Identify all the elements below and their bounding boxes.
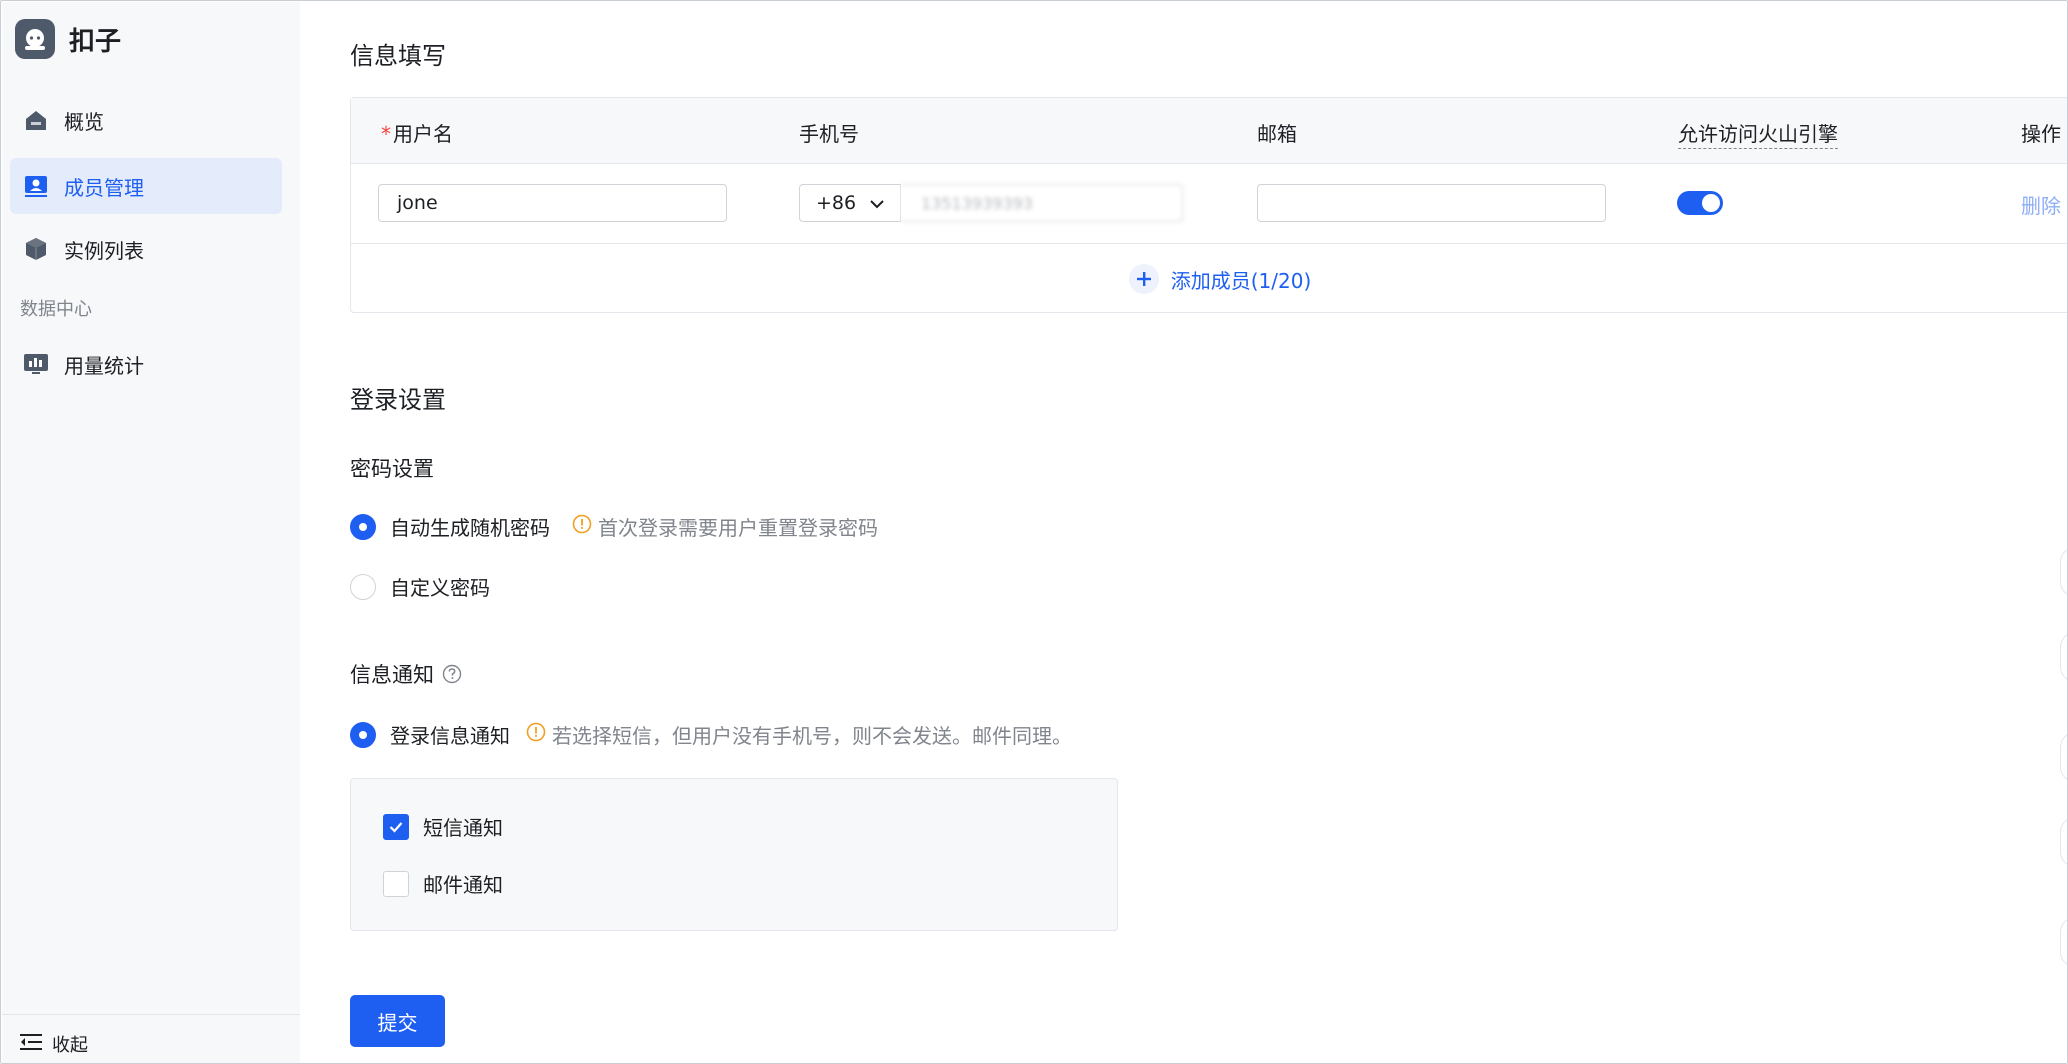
sidebar-item-usage-stats[interactable]: 用量统计 bbox=[10, 336, 282, 392]
sidebar-item-label: 实例列表 bbox=[64, 238, 144, 263]
sidebar-item-label: 概览 bbox=[64, 109, 104, 134]
column-phone: 手机号 bbox=[799, 122, 859, 146]
radio-button[interactable] bbox=[350, 573, 376, 600]
column-username: * 用户名 bbox=[381, 122, 453, 146]
checkbox-sms-notify[interactable]: 短信通知 bbox=[383, 812, 503, 841]
radio-button[interactable] bbox=[350, 513, 376, 540]
brand[interactable]: 扣子 bbox=[15, 19, 121, 59]
phone-number-input[interactable]: 13513939393 bbox=[901, 184, 1183, 222]
collapse-icon bbox=[20, 1033, 42, 1056]
info-section-title: 信息填写 bbox=[350, 42, 446, 70]
radio-label: 登录信息通知 bbox=[390, 724, 510, 748]
notify-channels-box: 短信通知 邮件通知 bbox=[350, 778, 1118, 931]
sidebar-item-member-management[interactable]: 成员管理 bbox=[10, 158, 282, 214]
home-icon bbox=[22, 106, 50, 134]
checkbox-label: 邮件通知 bbox=[423, 873, 503, 897]
checkbox-email-notify[interactable]: 邮件通知 bbox=[383, 869, 503, 898]
phone-code-select[interactable]: +86 bbox=[799, 184, 901, 222]
table-header: * 用户名 手机号 邮箱 允许访问火山引擎 操作 bbox=[351, 98, 2067, 164]
password-settings-title: 密码设置 bbox=[350, 457, 434, 481]
password-hint: 首次登录需要用户重置登录密码 bbox=[572, 512, 878, 541]
member-card-icon bbox=[22, 172, 50, 200]
email-input[interactable] bbox=[1257, 184, 1606, 222]
required-mark: * bbox=[381, 122, 391, 146]
phone-code-value: +86 bbox=[816, 192, 857, 214]
check-icon bbox=[389, 821, 403, 833]
checkbox[interactable] bbox=[383, 870, 409, 897]
sidebar-footer: 收起 bbox=[2, 1014, 300, 1063]
table-row: jone +86 13513939393 删除 bbox=[351, 164, 2067, 244]
radio-login-notify[interactable]: 登录信息通知 若选择短信，但用户没有手机号，则不会发送。邮件同理。 bbox=[350, 720, 1072, 749]
column-email: 邮箱 bbox=[1257, 122, 1297, 146]
sidebar-item-overview[interactable]: 概览 bbox=[10, 92, 282, 148]
allow-volcengine-toggle[interactable] bbox=[1677, 191, 1723, 215]
toggle-knob bbox=[1702, 194, 1720, 212]
radio-label: 自动生成随机密码 bbox=[390, 516, 550, 540]
help-icon[interactable] bbox=[442, 664, 462, 684]
warning-icon bbox=[526, 722, 546, 747]
sidebar: 扣子 概览 成员管理 实例列表 数据中心 用量统计 收起 bbox=[2, 2, 300, 1063]
warning-icon bbox=[572, 514, 592, 539]
member-table: * 用户名 手机号 邮箱 允许访问火山引擎 操作 jone +86 1351393… bbox=[350, 97, 2067, 313]
floating-edge-button[interactable] bbox=[2060, 632, 2067, 682]
chart-monitor-icon bbox=[22, 350, 50, 378]
floating-edge-button[interactable] bbox=[2060, 817, 2067, 867]
coze-bot-icon bbox=[15, 19, 55, 59]
floating-edge-button[interactable] bbox=[2060, 732, 2067, 782]
checkbox[interactable] bbox=[383, 813, 409, 840]
plus-icon bbox=[1128, 264, 1159, 294]
notify-settings-title: 信息通知 bbox=[350, 659, 462, 689]
collapse-label: 收起 bbox=[52, 1035, 88, 1056]
add-member-button[interactable]: 添加成员(1/20) bbox=[351, 245, 2067, 313]
radio-auto-password[interactable]: 自动生成随机密码 首次登录需要用户重置登录密码 bbox=[350, 512, 878, 541]
radio-custom-password[interactable]: 自定义密码 bbox=[350, 572, 490, 601]
chevron-down-icon bbox=[870, 192, 884, 214]
floating-edge-button[interactable] bbox=[2060, 547, 2067, 597]
sidebar-section-label: 数据中心 bbox=[20, 299, 92, 320]
checkbox-label: 短信通知 bbox=[423, 816, 503, 840]
main-content: 信息填写 * 用户名 手机号 邮箱 允许访问火山引擎 操作 jone +86 13… bbox=[300, 2, 2067, 1063]
add-member-label: 添加成员(1/20) bbox=[1170, 268, 1312, 293]
username-input[interactable]: jone bbox=[378, 184, 727, 222]
collapse-button[interactable]: 收起 bbox=[20, 1031, 88, 1057]
radio-label: 自定义密码 bbox=[390, 576, 490, 600]
notify-hint: 若选择短信，但用户没有手机号，则不会发送。邮件同理。 bbox=[526, 720, 1072, 749]
brand-name: 扣子 bbox=[69, 26, 122, 57]
column-allow-volcengine[interactable]: 允许访问火山引擎 bbox=[1678, 118, 1838, 149]
sidebar-item-instance-list[interactable]: 实例列表 bbox=[10, 221, 282, 277]
login-section-title: 登录设置 bbox=[350, 386, 446, 414]
app-window: 扣子 概览 成员管理 实例列表 数据中心 用量统计 收起 信息填写 * 用户名 … bbox=[0, 0, 2068, 1064]
delete-link[interactable]: 删除 bbox=[2021, 190, 2061, 219]
sidebar-item-label: 用量统计 bbox=[64, 353, 144, 378]
floating-edge-button[interactable] bbox=[2060, 917, 2067, 967]
column-action: 操作 bbox=[2021, 122, 2061, 146]
submit-button[interactable]: 提交 bbox=[350, 995, 445, 1047]
radio-button[interactable] bbox=[350, 721, 376, 748]
sidebar-item-label: 成员管理 bbox=[64, 175, 144, 200]
cube-icon bbox=[22, 235, 50, 263]
